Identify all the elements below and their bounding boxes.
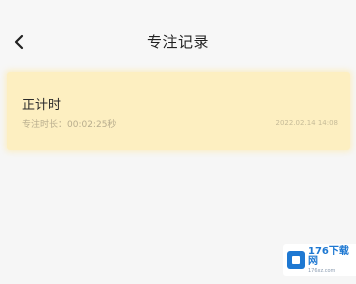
record-duration: 专注时长：00:02:25秒 [22, 120, 117, 130]
watermark-logo-icon [287, 251, 305, 269]
record-date: 2022.02.14 14:08 [275, 119, 338, 127]
watermark-brand: 176下载网 [308, 245, 349, 267]
site-watermark: 176下载网 176xz.com [283, 244, 356, 276]
header-bar: 专注记录 [0, 0, 356, 70]
watermark-url: 176xz.com [308, 267, 336, 274]
record-name: 正计时 [22, 98, 62, 113]
page-title: 专注记录 [146, 33, 209, 51]
watermark-text: 176下载网 176xz.com [308, 245, 356, 274]
focus-record-card[interactable]: 正计时 专注时长：00:02:25秒 2022.02.14 14:08 [7, 72, 350, 150]
